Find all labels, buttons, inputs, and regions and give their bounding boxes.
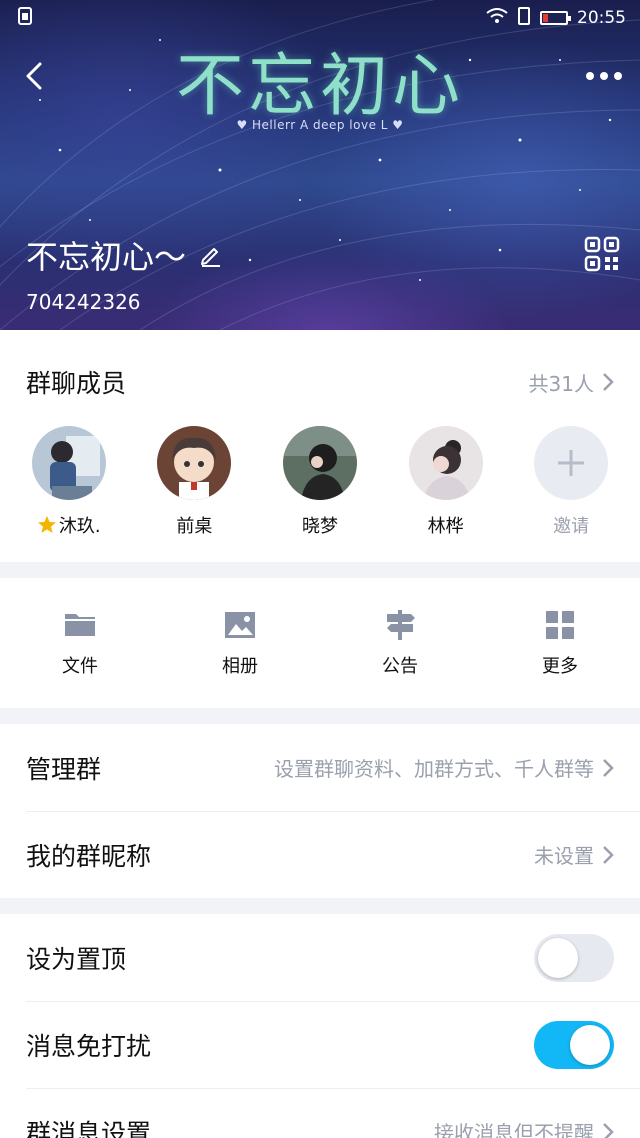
members-title: 群聊成员 — [26, 369, 127, 398]
more-tools-label: 更多 — [542, 656, 578, 677]
section-divider — [0, 562, 640, 578]
toggle-knob — [570, 1024, 610, 1065]
avatar — [408, 426, 483, 500]
message-settings-row[interactable]: 群消息设置 接收消息但不提醒 — [0, 1088, 640, 1138]
toggle-knob — [538, 937, 578, 978]
more-dots-icon — [586, 72, 622, 80]
section-divider — [0, 898, 640, 914]
member-item[interactable]: 林桦 — [391, 426, 501, 538]
group-header-banner: 20:55 不忘初心 ♥ Hellerr A deep love L ♥ 不忘初… — [0, 0, 640, 330]
group-id: 704242326 — [26, 290, 141, 314]
group-name[interactable]: 不忘初心～ — [26, 232, 224, 278]
back-button[interactable] — [18, 58, 54, 94]
members-section: 群聊成员 共31人 沐玖. 前桌 晓梦 林桦 邀请 — [0, 330, 640, 562]
signpost-icon — [387, 610, 415, 640]
wifi-icon — [486, 7, 508, 29]
member-name: 沐玖. — [58, 516, 101, 537]
notification-icon — [517, 6, 531, 30]
invite-button[interactable]: 邀请 — [516, 426, 626, 538]
member-item[interactable]: 晓梦 — [265, 426, 375, 538]
chevron-left-icon — [26, 62, 42, 90]
chevron-right-icon — [603, 373, 614, 391]
sim-icon — [18, 6, 32, 30]
group-nickname-value: 未设置 — [534, 844, 594, 868]
folder-icon — [65, 614, 95, 636]
manage-group-label: 管理群 — [26, 754, 102, 784]
manage-group-row[interactable]: 管理群 设置群聊资料、加群方式、千人群等 — [0, 724, 640, 811]
invite-label: 邀请 — [553, 516, 590, 537]
more-button[interactable] — [584, 62, 624, 90]
member-name: 前桌 — [176, 516, 213, 537]
chat-settings-section: 设为置顶 消息免打扰 群消息设置 接收消息但不提醒 — [0, 914, 640, 1138]
group-name-text: 不忘初心～ — [26, 238, 187, 276]
message-settings-value: 接收消息但不提醒 — [434, 1121, 594, 1138]
manage-group-value: 设置群聊资料、加群方式、千人群等 — [274, 757, 594, 781]
message-settings-label: 群消息设置 — [26, 1118, 152, 1138]
image-icon — [225, 612, 255, 638]
battery-icon — [540, 11, 571, 25]
announcement-label: 公告 — [382, 656, 418, 677]
banner-subtitle: ♥ Hellerr A deep love L ♥ — [236, 118, 404, 132]
avatar — [282, 426, 357, 500]
announcement-button[interactable]: 公告 — [340, 608, 460, 678]
edit-icon[interactable] — [198, 242, 224, 268]
member-name: 晓梦 — [301, 516, 338, 537]
chevron-right-icon — [603, 758, 614, 777]
member-name: 林桦 — [427, 516, 464, 537]
files-label: 文件 — [62, 656, 98, 677]
group-nickname-label: 我的群昵称 — [26, 841, 152, 871]
more-tools-button[interactable]: 更多 — [500, 608, 620, 678]
status-time: 20:55 — [577, 8, 626, 28]
group-nickname-row[interactable]: 我的群昵称 未设置 — [0, 811, 640, 898]
chevron-right-icon — [603, 1122, 614, 1138]
grid-icon — [546, 611, 574, 639]
member-count: 共31人 — [529, 368, 614, 397]
do-not-disturb-row: 消息免打扰 — [0, 1001, 640, 1088]
group-settings-section: 管理群 设置群聊资料、加群方式、千人群等 我的群昵称 未设置 — [0, 724, 640, 898]
album-label: 相册 — [222, 656, 258, 677]
banner-title: 不忘初心 — [175, 47, 464, 126]
avatar — [31, 426, 106, 500]
do-not-disturb-toggle[interactable] — [534, 1020, 614, 1069]
do-not-disturb-label: 消息免打扰 — [26, 1031, 152, 1061]
member-avatars: 沐玖. 前桌 晓梦 林桦 邀请 — [0, 426, 640, 538]
pin-top-row: 设为置顶 — [0, 914, 640, 1001]
member-item[interactable]: 沐玖. — [14, 426, 124, 538]
star-icon — [37, 516, 56, 533]
pin-top-label: 设为置顶 — [26, 944, 127, 974]
member-item[interactable]: 前桌 — [139, 426, 249, 538]
pin-top-toggle[interactable] — [534, 933, 614, 982]
members-header[interactable]: 群聊成员 共31人 — [0, 330, 640, 434]
tools-section: 文件 相册 公告 更多 — [0, 578, 640, 708]
avatar — [157, 426, 232, 500]
member-count-label: 共31人 — [528, 371, 594, 396]
album-button[interactable]: 相册 — [180, 608, 300, 678]
files-button[interactable]: 文件 — [20, 608, 140, 678]
qr-code-icon[interactable] — [584, 236, 620, 272]
invite-circle — [534, 426, 609, 500]
plus-icon — [558, 450, 585, 476]
chevron-right-icon — [603, 845, 614, 864]
section-divider — [0, 708, 640, 724]
